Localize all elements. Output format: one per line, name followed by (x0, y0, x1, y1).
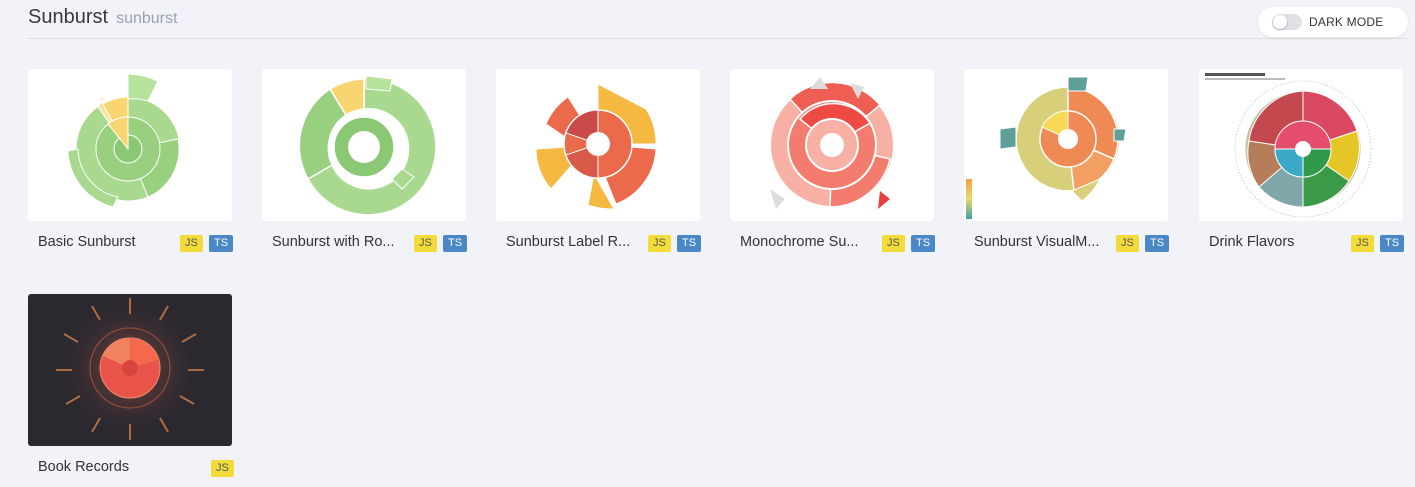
dark-mode-switch[interactable] (1272, 14, 1302, 30)
sunburst-preview-monochrome (769, 77, 895, 209)
ts-badge[interactable]: TS (443, 235, 468, 252)
ts-badge[interactable]: TS (1145, 235, 1170, 252)
ts-badge[interactable]: TS (911, 235, 936, 252)
page-title: Sunburst sunburst (28, 6, 177, 29)
js-badge[interactable]: JS (414, 235, 437, 252)
page-subtitle: sunburst (116, 10, 178, 27)
card-title[interactable]: Monochrome Su... (740, 234, 880, 250)
switch-knob (1273, 15, 1287, 29)
sunburst-preview-label-rotate (535, 83, 657, 210)
thumbnail-book-records[interactable] (28, 294, 232, 446)
js-badge[interactable]: JS (882, 235, 905, 252)
sunburst-preview-visualmap (966, 76, 1127, 219)
ts-badge[interactable]: TS (209, 235, 234, 252)
js-badge[interactable]: JS (180, 235, 203, 252)
sunburst-preview-drink-flavors (1205, 73, 1372, 218)
thumbnail-sunburst-visualmap[interactable] (964, 69, 1168, 221)
visualmap-legend (966, 179, 972, 219)
thumbnail-sunburst-label-rotate[interactable] (496, 69, 700, 221)
dark-mode-label: DARK MODE (1309, 15, 1384, 29)
card-title[interactable]: Drink Flavors (1209, 234, 1349, 250)
page-header: Sunburst sunburst DARK MODE (28, 0, 1408, 39)
thumbnail-sunburst-rounded[interactable] (262, 69, 466, 221)
ts-badge[interactable]: TS (1380, 235, 1405, 252)
js-badge[interactable]: JS (1116, 235, 1139, 252)
page-title-text: Sunburst (28, 6, 109, 28)
dark-mode-toggle[interactable]: DARK MODE (1258, 7, 1408, 37)
sunburst-preview-book-records (56, 296, 204, 440)
thumbnail-basic-sunburst[interactable] (28, 69, 232, 221)
sunburst-preview-basic (67, 73, 181, 208)
thumbnail-drink-flavors[interactable] (1199, 69, 1403, 221)
card-title[interactable]: Book Records (38, 459, 178, 475)
card-title[interactable]: Basic Sunburst (38, 234, 178, 250)
card-title[interactable]: Sunburst VisualM... (974, 234, 1114, 250)
thumbnail-monochrome-sunburst[interactable] (730, 69, 934, 221)
js-badge[interactable]: JS (211, 460, 234, 477)
js-badge[interactable]: JS (648, 235, 671, 252)
card-title[interactable]: Sunburst with Ro... (272, 234, 412, 250)
js-badge[interactable]: JS (1351, 235, 1374, 252)
sunburst-preview-rounded (298, 75, 437, 216)
ts-badge[interactable]: TS (677, 235, 702, 252)
card-title[interactable]: Sunburst Label R... (506, 234, 646, 250)
